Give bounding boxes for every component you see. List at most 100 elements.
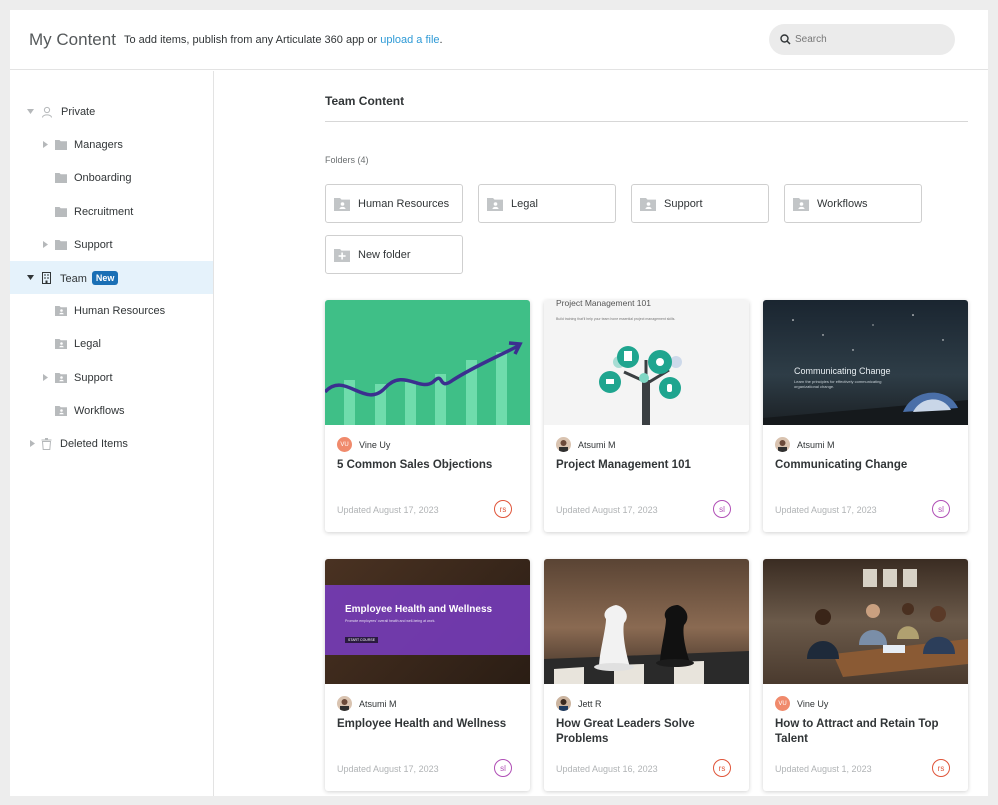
- avatar: [556, 696, 571, 711]
- content-card[interactable]: Project Management 101 Build training th…: [544, 300, 749, 532]
- upload-file-link[interactable]: upload a file: [380, 34, 439, 46]
- avatar: [337, 696, 352, 711]
- card-title: Employee Health and Wellness: [337, 718, 507, 730]
- storyline-app-badge: sl: [494, 759, 512, 777]
- tree-illustration-icon: [599, 346, 682, 425]
- card-updated: Updated August 17, 2023: [556, 505, 658, 515]
- folder-label: Human Resources: [358, 197, 450, 210]
- card-updated: Updated August 17, 2023: [775, 505, 877, 515]
- sidebar-item-label: Private: [61, 105, 96, 118]
- folder-human-resources[interactable]: Human Resources: [325, 184, 463, 223]
- sidebar-item-label: Recruitment: [74, 205, 134, 218]
- folder-icon: [55, 139, 67, 151]
- shared-folder-icon: [55, 305, 67, 317]
- sidebar: Private Managers Onboarding Recruitment …: [10, 71, 214, 796]
- avatar: [775, 437, 790, 452]
- chevron-right-icon[interactable]: [28, 440, 36, 448]
- header-message-end: .: [439, 34, 443, 46]
- content-card[interactable]: Communicating Change Learn the principle…: [763, 300, 968, 532]
- sidebar-item-team[interactable]: Team New: [10, 261, 213, 294]
- content-card[interactable]: Employee Health and Wellness Promote emp…: [325, 559, 530, 791]
- folder-workflows[interactable]: Workflows: [784, 184, 922, 223]
- card-thumbnail: Employee Health and Wellness Promote emp…: [325, 559, 530, 684]
- sidebar-item-support[interactable]: Support: [10, 228, 213, 261]
- sidebar-item-private[interactable]: Private: [10, 95, 213, 128]
- card-thumbnail: [544, 559, 749, 684]
- card-title: How Great Leaders Solve Problems: [556, 718, 695, 745]
- user-icon: [41, 106, 53, 118]
- card-thumbnail: Project Management 101 Build training th…: [544, 300, 749, 425]
- chevron-right-icon[interactable]: [41, 141, 49, 149]
- card-title: How to Attract and Retain Top Talent: [775, 718, 939, 745]
- sidebar-item-recruitment[interactable]: Recruitment: [10, 195, 213, 228]
- card-updated: Updated August 1, 2023: [775, 764, 872, 774]
- card-updated: Updated August 17, 2023: [337, 764, 439, 774]
- storyline-app-badge: sl: [713, 500, 731, 518]
- shared-folder-icon: [487, 197, 503, 211]
- folder-support[interactable]: Support: [631, 184, 769, 223]
- chevron-right-icon[interactable]: [41, 241, 49, 249]
- author-name: Jett R: [578, 698, 602, 709]
- rise-app-badge: rs: [713, 759, 731, 777]
- chevron-down-icon[interactable]: [26, 108, 34, 116]
- shared-folder-icon: [640, 197, 656, 211]
- card-author: VU Vine Uy: [775, 696, 828, 711]
- sidebar-item-human-resources[interactable]: Human Resources: [10, 294, 213, 327]
- sidebar-item-label: Legal: [74, 337, 101, 350]
- sidebar-item-workflows[interactable]: Workflows: [10, 394, 213, 427]
- content-card[interactable]: VU Vine Uy How to Attract and Retain Top…: [763, 559, 968, 791]
- sidebar-item-onboarding[interactable]: Onboarding: [10, 161, 213, 194]
- card-thumbnail: Communicating Change Learn the principle…: [763, 300, 968, 425]
- search-box[interactable]: [769, 24, 955, 55]
- shared-folder-icon: [55, 405, 67, 417]
- sidebar-item-deleted-items[interactable]: Deleted Items: [10, 427, 213, 460]
- sidebar-item-managers[interactable]: Managers: [10, 128, 213, 161]
- card-author: Atsumi M: [337, 696, 397, 711]
- folder-icon: [55, 239, 67, 251]
- shared-folder-icon: [793, 197, 809, 211]
- search-input[interactable]: [795, 30, 945, 49]
- start-course-label: START COURSE: [345, 637, 379, 643]
- divider: [325, 121, 968, 122]
- content-card[interactable]: VU Vine Uy 5 Common Sales Objections Upd…: [325, 300, 530, 532]
- avatar: [556, 437, 571, 452]
- chevron-down-icon[interactable]: [26, 274, 34, 282]
- card-updated: Updated August 17, 2023: [337, 505, 439, 515]
- sidebar-item-label: Team: [60, 272, 87, 285]
- shared-folder-icon: [55, 372, 67, 384]
- shared-folder-icon: [55, 338, 67, 350]
- meeting-photo-icon: [807, 569, 968, 677]
- new-folder-button[interactable]: New folder: [325, 235, 463, 274]
- author-name: Vine Uy: [359, 439, 391, 450]
- chevron-right-icon[interactable]: [41, 374, 49, 382]
- card-title: Communicating Change: [775, 459, 908, 471]
- sidebar-item-legal[interactable]: Legal: [10, 327, 213, 360]
- storyline-app-badge: sl: [932, 500, 950, 518]
- folder-label: Support: [664, 197, 703, 210]
- content-card[interactable]: Jett R How Great Leaders Solve Problems …: [544, 559, 749, 791]
- header-message-text: To add items, publish from any Articulat…: [124, 34, 381, 46]
- rise-app-badge: rs: [932, 759, 950, 777]
- page-title: My Content: [29, 30, 116, 49]
- sidebar-item-team-support[interactable]: Support: [10, 361, 213, 394]
- night-sky-icon: [763, 314, 968, 425]
- author-name: Vine Uy: [797, 698, 829, 709]
- section-title: Team Content: [325, 94, 405, 108]
- building-icon: [41, 271, 53, 284]
- sidebar-item-label: Support: [74, 238, 113, 251]
- thumbnail-subtitle: Learn the principles for effectively com…: [794, 379, 882, 389]
- author-name: Atsumi M: [359, 698, 397, 709]
- author-name: Atsumi M: [578, 439, 616, 450]
- sidebar-item-label: Deleted Items: [60, 437, 128, 450]
- sidebar-item-label: Support: [74, 371, 113, 384]
- search-icon: [780, 34, 791, 45]
- folder-icon: [55, 172, 67, 184]
- card-author: Atsumi M: [556, 437, 616, 452]
- app-window: My Content To add items, publish from an…: [10, 10, 988, 796]
- trash-icon: [41, 437, 53, 450]
- folder-legal[interactable]: Legal: [478, 184, 616, 223]
- card-updated: Updated August 16, 2023: [556, 764, 658, 774]
- new-badge: New: [91, 270, 119, 285]
- folder-icon: [55, 206, 67, 218]
- card-title: 5 Common Sales Objections: [337, 459, 493, 471]
